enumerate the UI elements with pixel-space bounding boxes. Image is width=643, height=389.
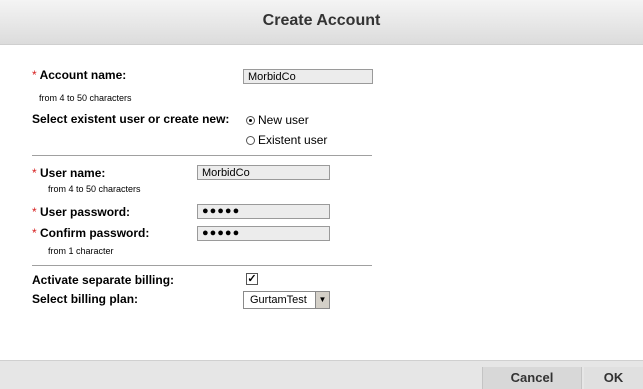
required-marker: *: [32, 68, 37, 82]
user-name-input[interactable]: MorbidCo: [197, 165, 330, 180]
user-choice-label: Select existent user or create new:: [32, 112, 230, 126]
account-name-input[interactable]: MorbidCo: [243, 69, 373, 84]
divider: [32, 265, 372, 266]
radio-existent-user-label: Existent user: [258, 133, 328, 147]
user-name-hint: from 4 to 50 characters: [48, 184, 141, 194]
radio-unselected-icon: [246, 135, 255, 145]
dialog-titlebar: Create Account: [0, 0, 643, 45]
dropdown-arrow-icon[interactable]: ▼: [315, 292, 329, 308]
separate-billing-checkbox[interactable]: ✓: [246, 273, 258, 285]
billing-plan-value: GurtamTest: [250, 294, 307, 306]
dialog-title: Create Account: [262, 12, 381, 29]
user-name-label-text: User name:: [40, 166, 106, 180]
user-name-label: * User name:: [32, 166, 105, 180]
required-marker: *: [32, 166, 37, 180]
account-name-hint: from 4 to 50 characters: [39, 93, 132, 103]
user-password-label: * User password:: [32, 205, 130, 219]
separate-billing-label: Activate separate billing:: [32, 273, 175, 287]
confirm-password-label-text: Confirm password:: [40, 226, 150, 240]
confirm-password-label: * Confirm password:: [32, 226, 149, 240]
radio-existent-user[interactable]: Existent user: [246, 133, 327, 147]
radio-new-user[interactable]: New user: [246, 113, 309, 127]
confirm-password-input[interactable]: ●●●●●: [197, 226, 330, 241]
user-password-label-text: User password:: [40, 205, 131, 219]
account-name-label: * Account name:: [32, 68, 126, 82]
billing-plan-label: Select billing plan:: [32, 292, 139, 306]
divider: [32, 155, 372, 156]
ok-button[interactable]: OK: [584, 367, 643, 389]
required-marker: *: [32, 226, 37, 240]
password-hint: from 1 character: [48, 246, 114, 256]
account-name-label-text: Account name:: [39, 68, 127, 82]
required-marker: *: [32, 205, 37, 219]
cancel-button[interactable]: Cancel: [482, 367, 582, 389]
dialog-footer: Cancel OK: [0, 360, 643, 389]
billing-plan-select[interactable]: GurtamTest ▼: [243, 291, 330, 309]
radio-selected-icon: [246, 115, 255, 125]
radio-new-user-label: New user: [258, 113, 309, 127]
user-password-input[interactable]: ●●●●●: [197, 204, 330, 219]
